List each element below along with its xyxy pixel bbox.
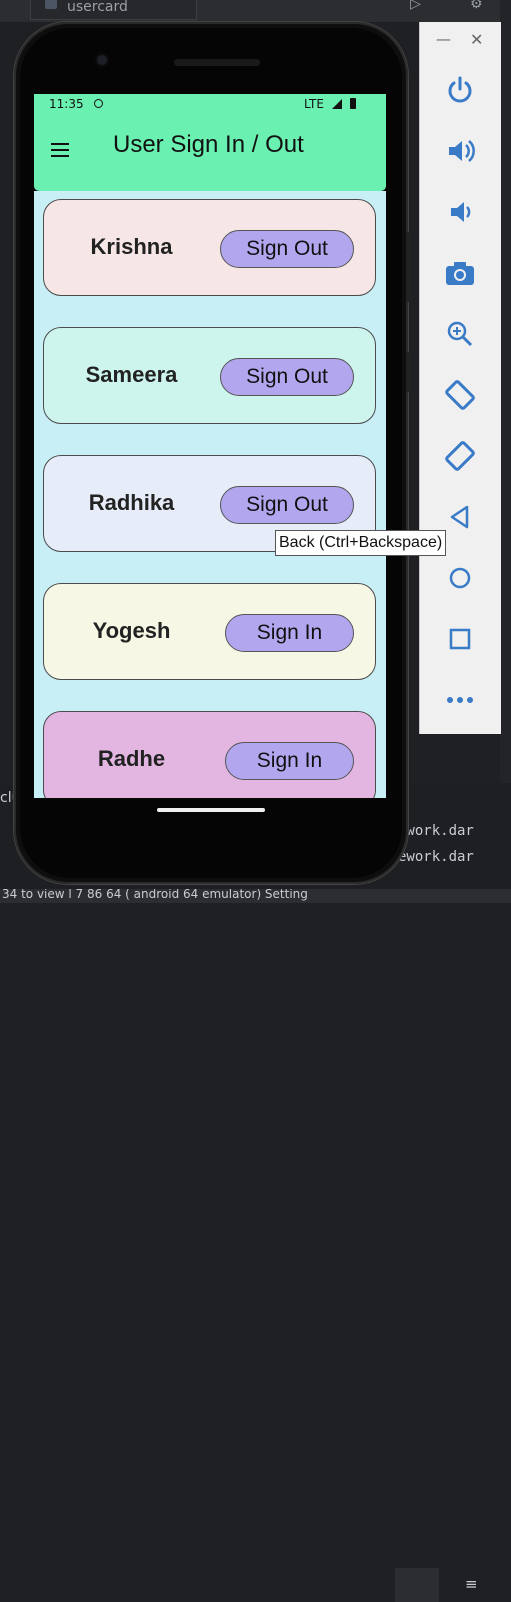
minimize-button[interactable]: — — [436, 30, 451, 48]
user-name: Sameera — [85, 362, 178, 387]
rotate-right-icon[interactable] — [440, 436, 480, 476]
sign-out-button[interactable]: Sign Out — [220, 230, 354, 268]
earpiece-speaker — [174, 59, 260, 66]
device-screen: 11:35 LTE User Sign In / Out Krishna Sig… — [34, 94, 386, 798]
run-icon[interactable]: ▷ — [410, 0, 421, 12]
user-name: Radhe — [97, 746, 166, 771]
ide-console-toolbar — [395, 1568, 439, 1602]
rotate-left-icon[interactable] — [440, 375, 480, 415]
more-icon[interactable] — [440, 680, 480, 720]
back-button-tooltip: Back (Ctrl+Backspace) — [275, 530, 447, 556]
settings-icon[interactable]: ⚙ — [470, 0, 483, 12]
network-type: LTE — [304, 97, 324, 111]
alarm-icon — [94, 99, 103, 108]
camera-icon[interactable] — [440, 253, 480, 293]
side-volume-button — [406, 232, 410, 302]
console-line: ework.dar — [398, 849, 474, 865]
user-name: Yogesh — [92, 618, 171, 643]
sign-out-button[interactable]: Sign Out — [220, 486, 354, 524]
emulator-toolbar: — ✕ — [419, 22, 501, 734]
home-icon[interactable] — [440, 558, 480, 598]
user-card: Sameera Sign Out — [43, 327, 376, 424]
ide-editor-tab[interactable]: usercard — [30, 0, 197, 20]
ide-status-bar: 34 to view l 7 86 64 ( android 64 emulat… — [0, 889, 511, 903]
user-name: Krishna — [90, 234, 173, 259]
page-title: User Sign In / Out — [113, 131, 304, 158]
ide-tab-label: usercard — [67, 0, 128, 15]
front-camera-icon — [97, 55, 107, 65]
soft-wrap-icon[interactable]: ≡ — [465, 1575, 478, 1593]
overview-icon[interactable] — [440, 619, 480, 659]
user-name: Radhika — [88, 490, 175, 515]
user-card: Krishna Sign Out — [43, 199, 376, 296]
sign-in-button[interactable]: Sign In — [225, 742, 354, 780]
side-power-button — [406, 352, 410, 392]
status-time: 11:35 — [49, 97, 84, 111]
dart-file-icon — [45, 0, 57, 9]
signal-icon — [332, 99, 342, 109]
console-line: ework.dar — [398, 823, 474, 839]
ide-status-text: 34 to view l 7 86 64 ( android 64 emulat… — [2, 889, 308, 901]
ide-right-gutter — [500, 0, 511, 903]
battery-icon — [350, 98, 356, 109]
ide-title-bar: usercard ▷ ⚙ — [0, 0, 511, 22]
android-emulator-device-frame: 11:35 LTE User Sign In / Out Krishna Sig… — [14, 22, 410, 884]
app-bar: User Sign In / Out — [34, 116, 386, 192]
close-button[interactable]: ✕ — [470, 30, 483, 49]
user-card: Radhe Sign In — [43, 711, 376, 798]
user-card: Yogesh Sign In — [43, 583, 376, 680]
gesture-navigation-handle[interactable] — [157, 808, 265, 812]
user-card-list[interactable]: Krishna Sign Out Sameera Sign Out Radhik… — [34, 191, 386, 798]
volume-down-icon[interactable] — [440, 192, 480, 232]
power-icon[interactable] — [440, 70, 480, 110]
sign-out-button[interactable]: Sign Out — [220, 358, 354, 396]
sign-in-button[interactable]: Sign In — [225, 614, 354, 652]
volume-up-icon[interactable] — [440, 131, 480, 171]
zoom-icon[interactable] — [440, 314, 480, 354]
hamburger-menu-icon[interactable] — [51, 143, 69, 157]
android-status-bar: 11:35 LTE — [34, 94, 386, 116]
